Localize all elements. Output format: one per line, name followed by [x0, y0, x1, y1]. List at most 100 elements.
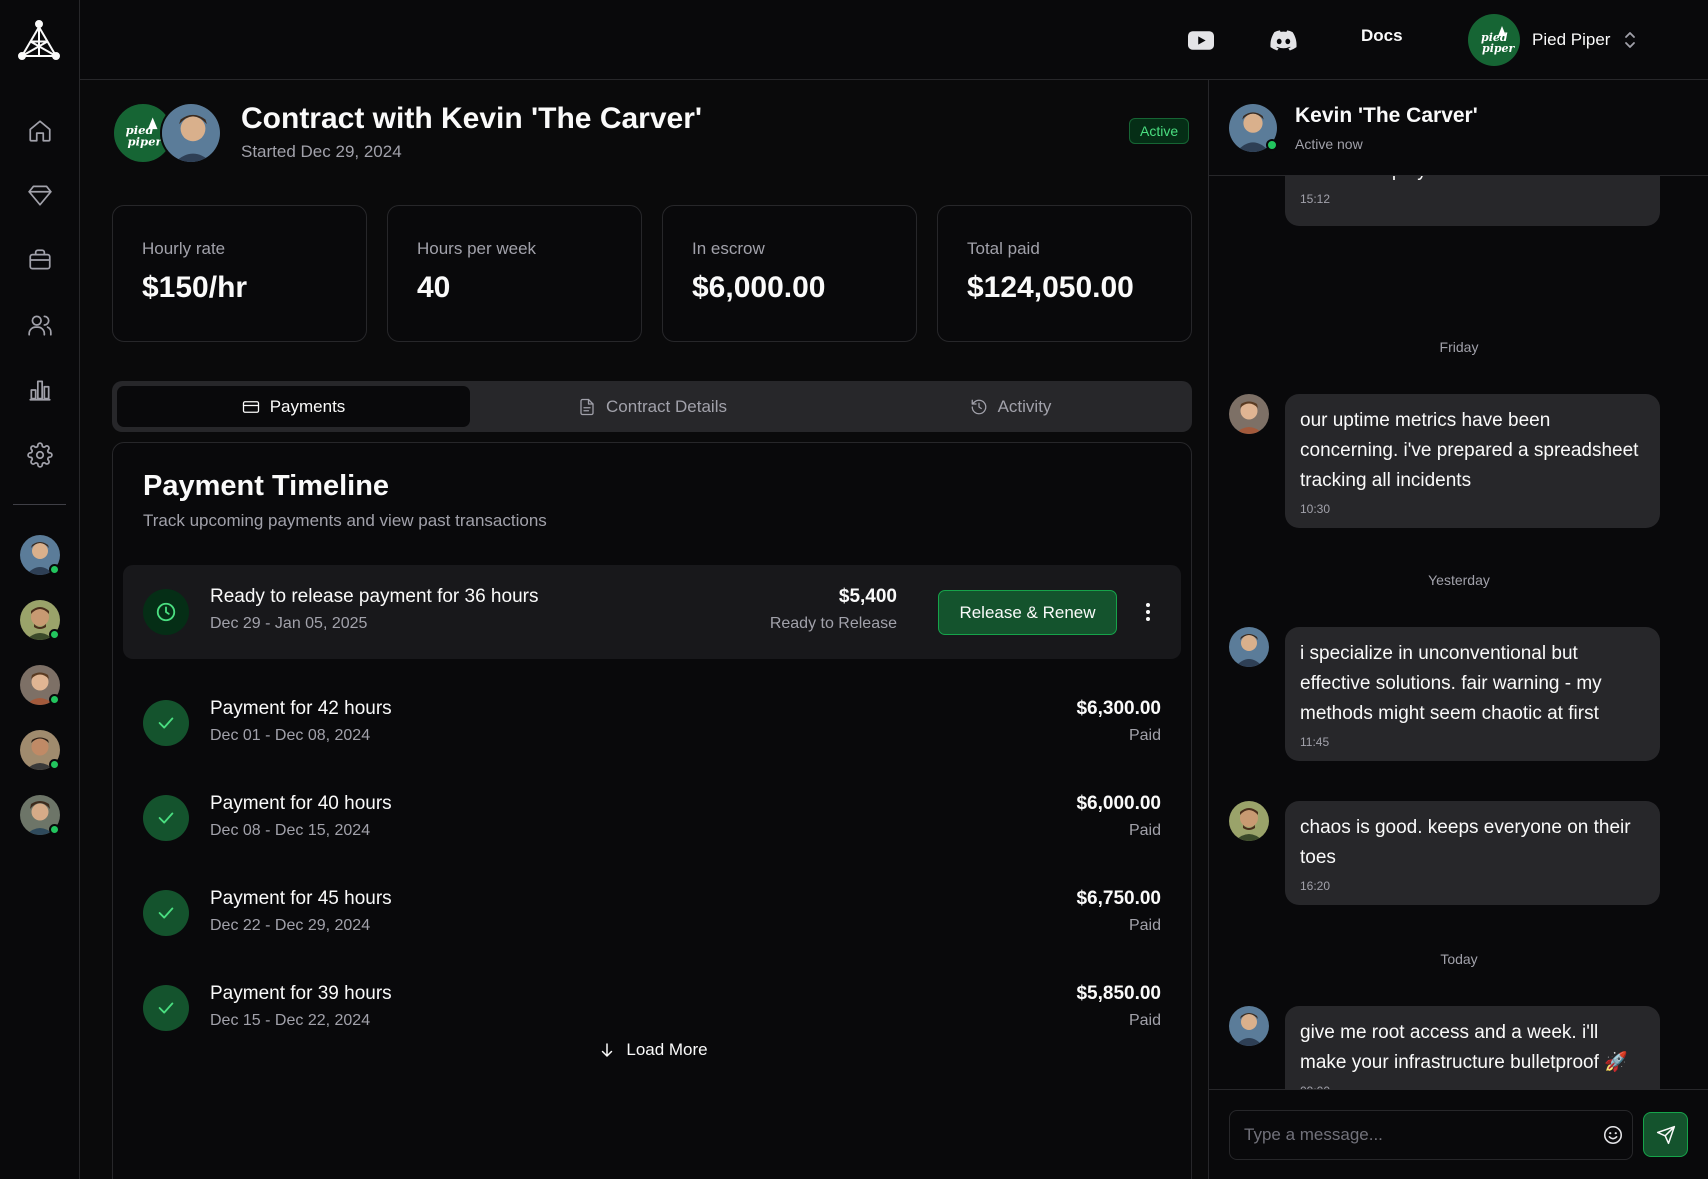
discord-icon[interactable] [1268, 25, 1298, 55]
payment-amount: $6,000.00 [1076, 793, 1161, 814]
stat-label: Total paid [967, 239, 1040, 258]
send-button[interactable] [1643, 1112, 1688, 1157]
status-badge: Active [1129, 118, 1190, 144]
payment-status: Paid [1128, 1012, 1161, 1029]
online-indicator [49, 694, 60, 705]
main-content: pied piper Contract with Kevin 'The Carve… [80, 80, 1208, 1179]
contact-avatar[interactable] [20, 730, 60, 770]
chat-composer [1209, 1089, 1708, 1179]
release-renew-button[interactable]: Release & Renew [938, 590, 1117, 635]
payment-timeline-card: Payment Timeline Track upcoming payments… [112, 442, 1192, 1179]
top-bar: Docs pied piper Pied Piper [80, 0, 1708, 80]
day-separator: Friday [1439, 339, 1479, 355]
payment-status: Paid [1128, 917, 1161, 934]
arrow-down-icon [602, 1043, 613, 1057]
tab-contract-details[interactable]: Contract Details [476, 386, 829, 427]
online-indicator [49, 824, 60, 835]
stat-card-hours-per-week: Hours per week 40 [387, 205, 642, 342]
stat-value: $150/hr [142, 271, 248, 304]
contractor-avatar [160, 102, 222, 164]
tab-label: Activity [997, 396, 1052, 416]
payment-date-range: Dec 01 - Dec 08, 2024 [210, 727, 371, 744]
message-text: i specialize in unconventional but effec… [1300, 643, 1602, 724]
online-indicator [1266, 139, 1278, 151]
load-more-label: Load More [626, 1040, 708, 1059]
sidebar-divider [13, 504, 66, 505]
send-icon [1656, 1125, 1675, 1144]
message-bubble: chaos is good. keeps everyone on their t… [1285, 801, 1660, 905]
org-switcher[interactable]: pied piper Pied Piper [1468, 14, 1708, 66]
online-indicator [49, 629, 60, 640]
org-name: Pied Piper [1532, 30, 1611, 49]
payment-date-range: Dec 29 - Jan 05, 2025 [210, 615, 368, 632]
app-logo[interactable] [16, 18, 62, 62]
message-time: 10:30 [1300, 502, 1331, 516]
contract-tabs: Payments Contract Details Activity [112, 381, 1192, 432]
contact-avatar[interactable] [20, 600, 60, 640]
home-icon[interactable] [24, 115, 56, 147]
payment-status: Ready to Release [769, 615, 897, 632]
settings-icon[interactable] [24, 439, 56, 471]
message-time: 16:20 [1300, 879, 1331, 893]
payment-title: Payment for 40 hours [210, 793, 392, 814]
youtube-icon[interactable] [1186, 25, 1216, 55]
payment-date-range: Dec 22 - Dec 29, 2024 [210, 917, 371, 934]
tab-payments[interactable]: Payments [117, 386, 470, 427]
emoji-icon[interactable] [1602, 1124, 1624, 1146]
diamond-icon[interactable] [24, 179, 56, 211]
svg-text:piper: piper [128, 135, 163, 149]
message-time: 11:45 [1300, 735, 1330, 749]
stat-card-hourly-rate: Hourly rate $150/hr [112, 205, 367, 342]
contract-avatars: pied piper [112, 102, 224, 164]
user-avatar [1229, 801, 1269, 841]
stat-value: $124,050.00 [967, 271, 1134, 304]
message-bubble: our uptime metrics have been concerning.… [1285, 394, 1660, 528]
message-text: give me root access and a week. i'll mak… [1300, 1022, 1628, 1073]
contact-avatar[interactable] [20, 535, 60, 575]
message-bubble: i specialize in unconventional but effec… [1285, 627, 1660, 761]
message-input[interactable] [1229, 1110, 1633, 1160]
contractor-avatar [1229, 394, 1269, 434]
payment-title: Payment for 39 hours [210, 983, 392, 1004]
day-separator: Today [1440, 951, 1478, 967]
users-icon[interactable] [24, 309, 56, 341]
chevron-updown-icon [1625, 32, 1636, 48]
check-icon [143, 700, 189, 746]
credit-card-icon [242, 400, 259, 413]
payment-date-range: Dec 15 - Dec 22, 2024 [210, 1012, 371, 1029]
history-icon [971, 399, 986, 414]
stat-label: Hours per week [417, 239, 537, 258]
more-options-icon[interactable] [1133, 595, 1163, 629]
tab-label: Payments [269, 396, 346, 416]
briefcase-icon[interactable] [24, 244, 56, 276]
check-icon [143, 795, 189, 841]
tab-label: Contract Details [606, 396, 727, 416]
stat-label: Hourly rate [142, 239, 226, 258]
check-icon [143, 890, 189, 936]
stat-card-in-escrow: In escrow $6,000.00 [662, 205, 917, 342]
chat-header: Kevin 'The Carver' Active now [1209, 80, 1708, 176]
chart-icon[interactable] [24, 374, 56, 406]
document-icon [580, 398, 594, 415]
payment-row: Payment for 42 hours Dec 01 - Dec 08, 20… [123, 683, 1181, 763]
chat-presence: Active now [1295, 136, 1363, 152]
payment-amount: $5,850.00 [1076, 983, 1161, 1004]
tab-activity[interactable]: Activity [834, 386, 1187, 427]
payment-title: Payment for 45 hours [210, 888, 392, 909]
org-logo: pied piper [1468, 14, 1520, 66]
message-list[interactable]: time we deploy 15:12 Friday our uptime m… [1209, 176, 1708, 1169]
sidebar [0, 0, 80, 1179]
payment-amount: $6,300.00 [1076, 698, 1161, 719]
payment-title: Payment for 42 hours [210, 698, 392, 719]
contractor-avatar [1229, 627, 1269, 667]
section-title: Payment Timeline [143, 470, 390, 502]
clock-icon [143, 589, 189, 635]
contact-avatar[interactable] [20, 665, 60, 705]
check-icon [143, 985, 189, 1031]
contact-avatar[interactable] [20, 795, 60, 835]
docs-link[interactable]: Docs [1361, 26, 1403, 46]
contractor-avatar [1229, 1006, 1269, 1046]
day-separator: Yesterday [1428, 572, 1490, 588]
load-more-button[interactable]: Load More [583, 1035, 723, 1065]
payment-row: Payment for 45 hours Dec 22 - Dec 29, 20… [123, 873, 1181, 953]
